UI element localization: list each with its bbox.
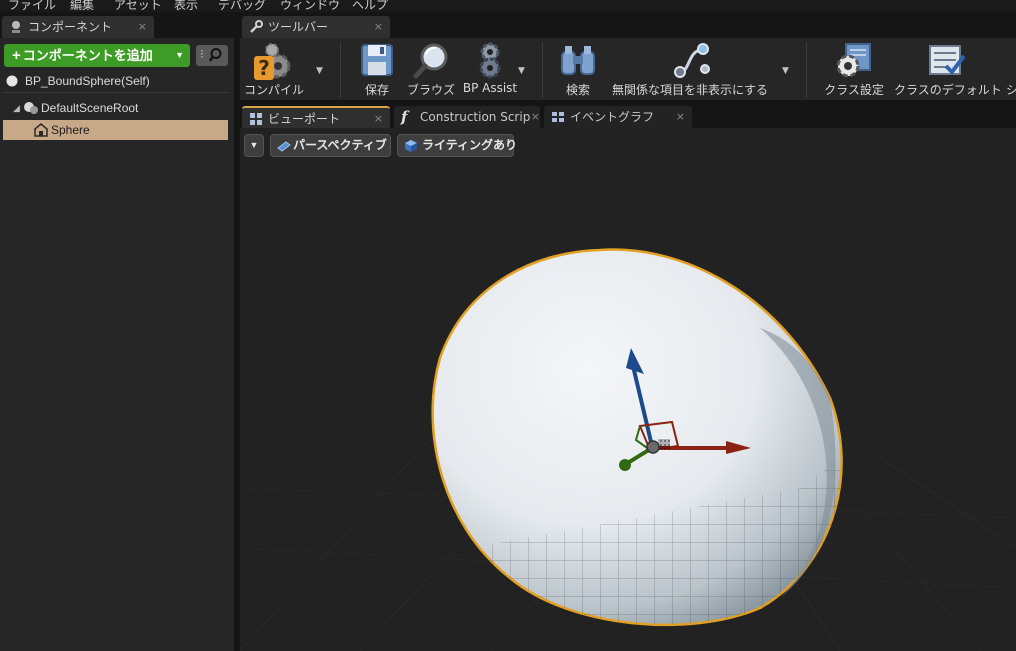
simulation-label: シ [1006, 83, 1016, 97]
tab-toolbar-label: ツールバー [268, 20, 329, 34]
tab-event-graph-label: イベントグラフ [570, 110, 655, 124]
tree-item-default-scene-root[interactable]: ◢ DefaultSceneRoot [3, 98, 228, 118]
menu-file[interactable]: ファイル [8, 0, 56, 12]
simulation-button[interactable]: シ [1006, 38, 1016, 100]
floppy-save-icon [361, 44, 393, 76]
add-component-button[interactable]: + コンポーネントを追加 ▼ [4, 44, 190, 67]
viewport-scene [240, 128, 1016, 651]
component-search-button[interactable]: ⁝ [196, 45, 228, 66]
scene-root-icon [24, 102, 38, 114]
tree-item-root-label: DefaultSceneRoot [41, 101, 139, 115]
bp-assist-chevron-icon[interactable]: ▼ [518, 66, 525, 76]
menu-asset[interactable]: アセット [114, 0, 162, 12]
add-component-label: コンポーネントを追加 [22, 48, 153, 63]
toolbar-separator [340, 42, 341, 98]
viewport-grid-icon [250, 113, 262, 125]
tab-toolbar[interactable]: ツールバー × [242, 16, 390, 38]
class-settings-button[interactable]: クラス設定 [818, 38, 890, 100]
tree-item-sphere-label: Sphere [51, 123, 90, 137]
close-icon[interactable]: × [138, 16, 147, 38]
toolbar-separator [806, 42, 807, 98]
menu-debug[interactable]: デバッグ [218, 0, 266, 12]
chevron-down-icon: ▼ [175, 50, 184, 60]
bp-assist-label: BP Assist [462, 81, 518, 95]
hide-unrelated-chevron-icon[interactable]: ▼ [782, 66, 789, 76]
filter-icon: ⁝ [200, 47, 204, 61]
binoculars-icon [561, 46, 595, 75]
compile-question-gear-icon: ? [254, 43, 291, 80]
close-icon[interactable]: × [676, 106, 685, 128]
lit-cube-icon [405, 140, 417, 152]
gizmo-y-handle[interactable] [619, 459, 631, 471]
components-panel: コンポーネント × + コンポーネントを追加 ▼ ⁝ BP_BoundSphere… [0, 12, 234, 651]
hide-unrelated-button[interactable]: 無関係な項目を非表示にする [608, 38, 772, 100]
lighting-label: ライティングあり [422, 138, 518, 152]
tab-construction-script-label: Construction Scrip [420, 110, 531, 124]
gizmo-center[interactable] [646, 440, 660, 454]
menu-window[interactable]: ウィンドウ [280, 0, 340, 12]
chevron-down-icon: ▼ [249, 140, 259, 150]
expand-triangle-icon[interactable]: ◢ [13, 98, 20, 118]
search-button[interactable]: 検索 [554, 38, 602, 100]
tree-item-sphere[interactable]: Sphere [3, 120, 228, 140]
gear-document-icon [836, 43, 871, 78]
close-icon[interactable]: × [374, 16, 383, 38]
close-icon[interactable]: × [531, 106, 540, 128]
tab-construction-script[interactable]: f Construction Scrip × [394, 106, 540, 128]
class-defaults-button[interactable]: クラスのデフォルト [894, 38, 1002, 100]
perspective-label: パースペクティブ [293, 138, 387, 152]
gear-stack-icon [479, 42, 501, 79]
compile-options-chevron-icon[interactable]: ▼ [316, 66, 323, 76]
menu-edit[interactable]: 編集 [70, 0, 94, 12]
tab-components[interactable]: コンポーネント × [2, 16, 154, 38]
static-mesh-icon [34, 123, 48, 137]
wrench-icon [250, 20, 263, 33]
editor-tabstrip: ビューポート × f Construction Scrip × イベントグラフ … [240, 104, 1016, 128]
search-icon [209, 48, 222, 62]
toolbar-separator [542, 42, 543, 98]
svg-text:?: ? [258, 56, 270, 80]
event-graph-icon [552, 112, 564, 122]
close-icon[interactable]: × [374, 108, 383, 130]
perspective-button[interactable]: パースペクティブ [270, 134, 391, 157]
magnifier-browse-icon [413, 43, 448, 79]
search-label: 検索 [565, 83, 590, 97]
components-tabstrip: コンポーネント × [0, 12, 234, 38]
bp-assist-button[interactable]: BP Assist [460, 38, 520, 100]
components-icon [12, 21, 20, 33]
tab-viewport-label: ビューポート [268, 112, 341, 126]
hide-unrelated-label: 無関係な項目を非表示にする [611, 83, 769, 97]
perspective-camera-icon [277, 141, 291, 152]
save-button[interactable]: 保存 [352, 38, 402, 100]
tab-components-label: コンポーネント [28, 20, 113, 34]
class-settings-label: クラス設定 [824, 83, 884, 97]
toolbar: ? コンパイル ▼ 保存 ブラウズ BP Assist ▼ 検索 無関係な項目を… [240, 38, 1016, 100]
tab-event-graph[interactable]: イベントグラフ × [544, 106, 692, 128]
sphere-actor-icon [6, 75, 18, 87]
viewport[interactable]: ▼ パースペクティブ ライティングあり [240, 128, 1016, 651]
save-label: 保存 [364, 83, 389, 97]
checklist-icon [929, 45, 966, 76]
class-defaults-label: クラスのデフォルト [894, 83, 1002, 97]
compile-label: コンパイル [243, 83, 304, 97]
browse-button[interactable]: ブラウズ [404, 38, 458, 100]
tree-item-self[interactable]: BP_BoundSphere(Self) [3, 71, 228, 93]
viewport-options-button[interactable]: ▼ [244, 134, 264, 157]
function-icon: f [401, 108, 408, 126]
menu-bar: ファイル 編集 アセット 表示 デバッグ ウィンドウ ヘルプ [0, 0, 1016, 12]
plus-icon: + [12, 47, 21, 64]
browse-label: ブラウズ [406, 83, 455, 97]
tree-item-self-label: BP_BoundSphere(Self) [25, 74, 150, 88]
compile-button[interactable]: ? コンパイル [242, 38, 306, 100]
menu-help[interactable]: ヘルプ [352, 0, 388, 12]
menu-view[interactable]: 表示 [174, 0, 198, 12]
node-graph-icon [674, 43, 710, 78]
lighting-mode-button[interactable]: ライティングあり [397, 134, 518, 157]
toolbar-panel: ツールバー × ? コンパイル ▼ 保存 ブラウズ BP Assist ▼ 検索… [240, 12, 1016, 104]
tab-viewport[interactable]: ビューポート × [242, 106, 390, 128]
